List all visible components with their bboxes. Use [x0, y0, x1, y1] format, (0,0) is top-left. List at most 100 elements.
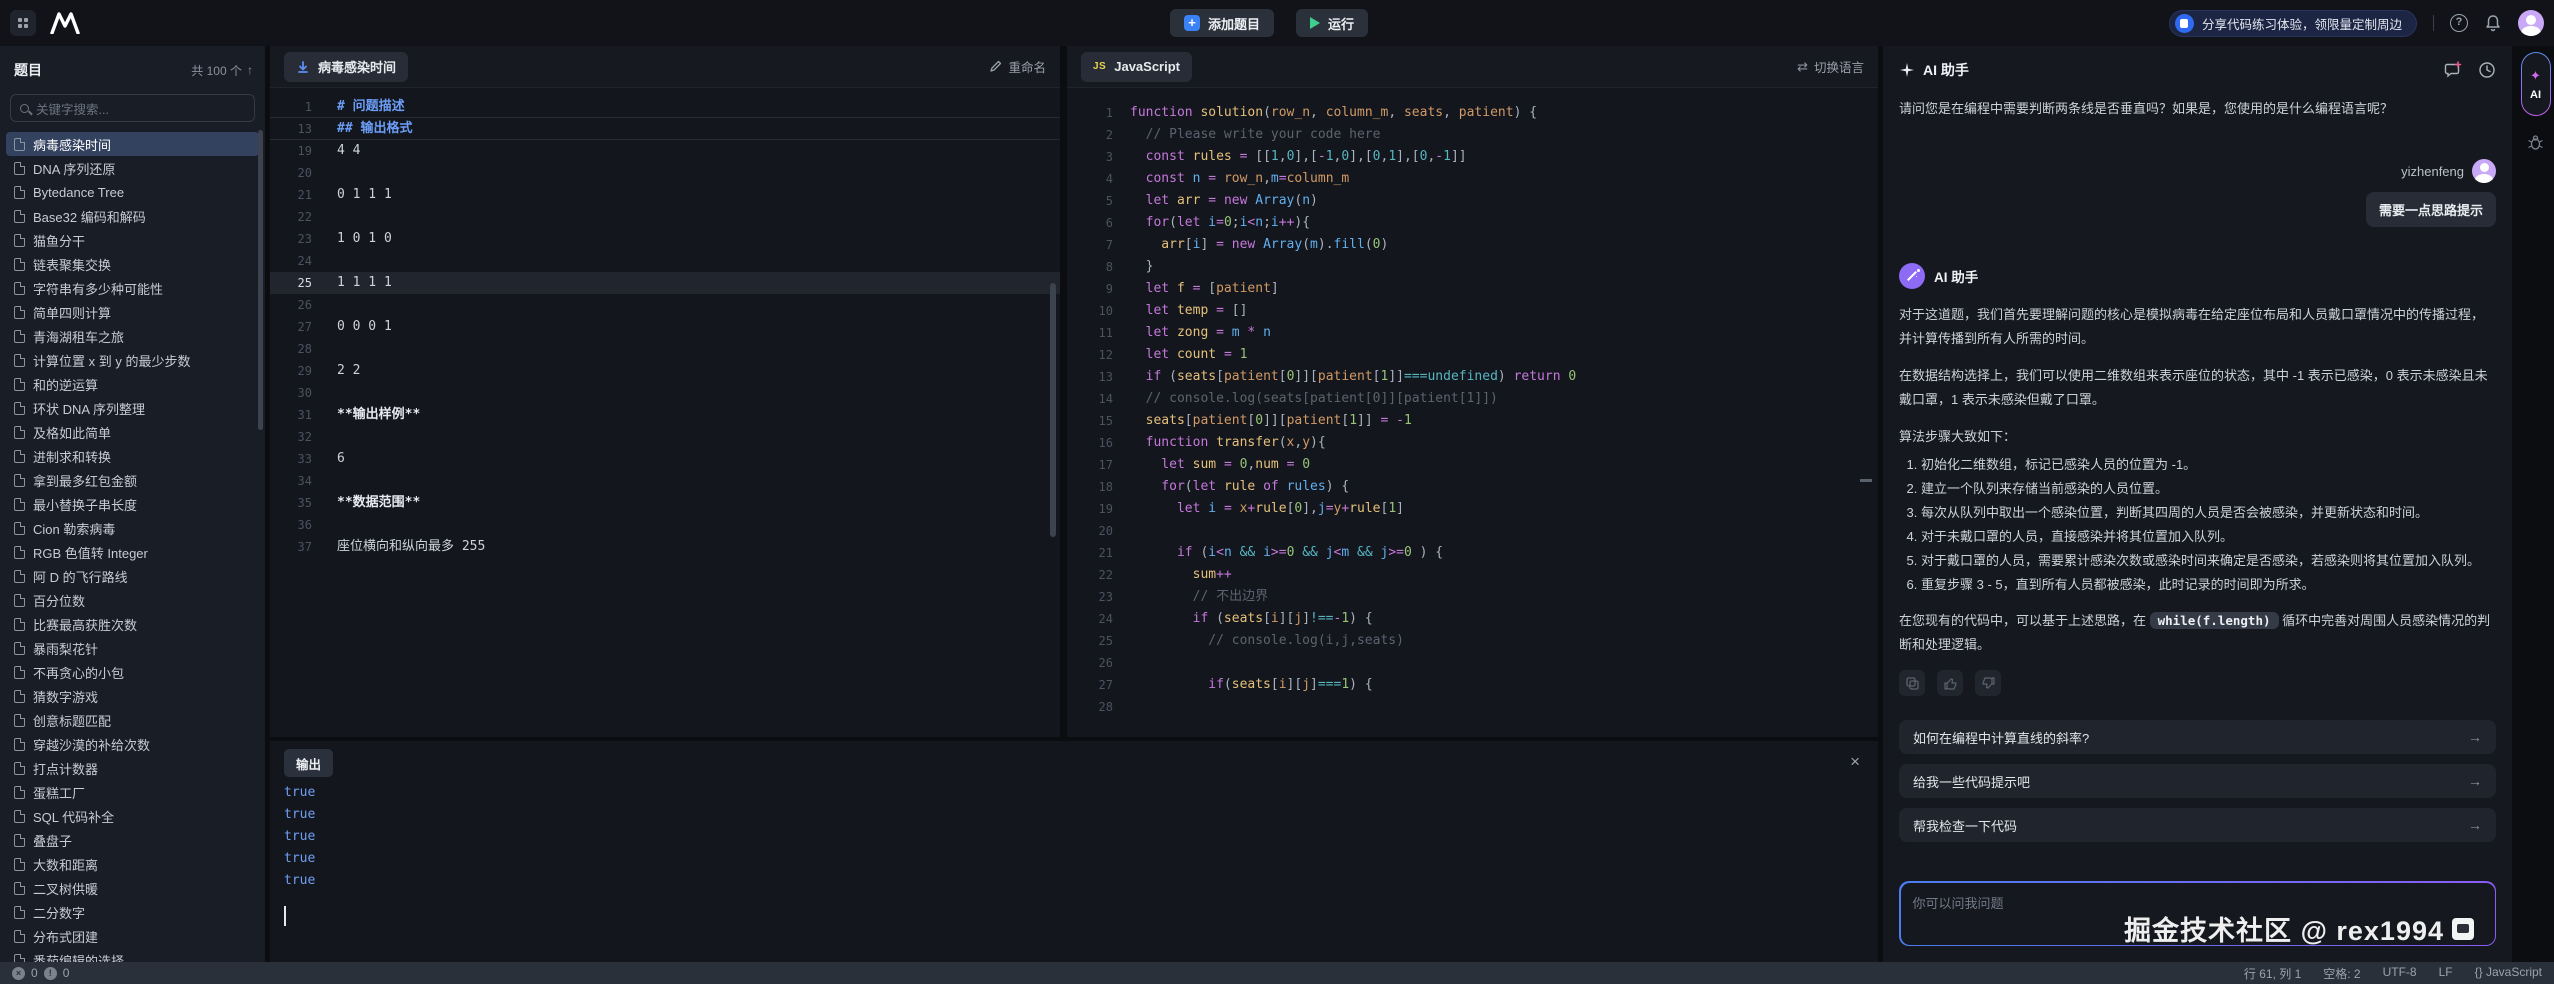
code-line[interactable]: 15 seats[patient[0]][patient[1]] = -1 [1067, 410, 1878, 432]
sidebar-item[interactable]: RGB 色值转 Integer [6, 540, 259, 564]
code-line[interactable]: 21 if (i<n && i>=0 && j<m && j>=0 ) { [1067, 542, 1878, 564]
sidebar-item[interactable]: 不再贪心的小包 [6, 660, 259, 684]
rename-button[interactable]: 重命名 [989, 57, 1046, 76]
sidebar-item[interactable]: 猜数字游戏 [6, 684, 259, 708]
sidebar-item[interactable]: Cion 勒索病毒 [6, 516, 259, 540]
sidebar-item[interactable]: 创意标题匹配 [6, 708, 259, 732]
code-line[interactable]: 8 } [1067, 256, 1878, 278]
code-line[interactable]: 10 let temp = [] [1067, 300, 1878, 322]
output-tab[interactable]: 输出 [284, 749, 333, 777]
ai-input[interactable]: 你可以问我问题 [1901, 883, 2495, 945]
description-line[interactable]: 13## 输出格式 [270, 118, 1060, 140]
code-editor[interactable]: 1function solution(row_n, column_m, seat… [1067, 88, 1878, 737]
sidebar-scrollbar[interactable] [258, 130, 263, 430]
sidebar-item[interactable]: 和的逆运算 [6, 372, 259, 396]
description-line[interactable]: 32 [270, 426, 1060, 448]
new-chat-icon[interactable] [2444, 61, 2462, 79]
code-line[interactable]: 17 let sum = 0,num = 0 [1067, 454, 1878, 476]
sidebar-item[interactable]: SQL 代码补全 [6, 804, 259, 828]
description-line[interactable]: 1# 问题描述 [270, 96, 1060, 118]
help-icon[interactable]: ? [2450, 14, 2468, 32]
add-question-button[interactable]: + 添加题目 [1170, 9, 1274, 37]
sidebar-item[interactable]: 病毒感染时间 [6, 132, 259, 156]
description-line[interactable]: 36 [270, 514, 1060, 536]
description-line[interactable]: 194 4 [270, 140, 1060, 162]
sidebar-item[interactable]: Bytedance Tree [6, 180, 259, 204]
code-line[interactable]: 4 const n = row_n,m=column_m [1067, 168, 1878, 190]
sidebar-item[interactable]: 二叉树供暖 [6, 876, 259, 900]
suggested-question[interactable]: 帮我检查一下代码→ [1899, 808, 2496, 842]
run-button[interactable]: 运行 [1296, 9, 1368, 37]
suggested-question[interactable]: 如何在编程中计算直线的斜率?→ [1899, 720, 2496, 754]
statusbar-item[interactable]: 空格: 2 [2323, 965, 2360, 982]
statusbar-item[interactable]: 行 61, 列 1 [2244, 965, 2301, 982]
description-scrollbar[interactable] [1050, 283, 1056, 537]
code-line[interactable]: 26 [1067, 652, 1878, 674]
sidebar-item[interactable]: 计算位置 x 到 y 的最少步数 [6, 348, 259, 372]
description-line[interactable]: 31**输出样例** [270, 404, 1060, 426]
statusbar-item[interactable]: UTF-8 [2383, 965, 2417, 982]
sidebar-item[interactable]: 分布式团建 [6, 924, 259, 948]
collapse-icon[interactable]: ↑ [247, 63, 253, 77]
sidebar-item[interactable]: 大数和距离 [6, 852, 259, 876]
code-line[interactable]: 14 // console.log(seats[patient[0]][pati… [1067, 388, 1878, 410]
bell-icon[interactable] [2484, 14, 2502, 32]
sidebar-item[interactable]: 简单四则计算 [6, 300, 259, 324]
sidebar-item[interactable]: DNA 序列还原 [6, 156, 259, 180]
code-line[interactable]: 13 if (seats[patient[0]][patient[1]]===u… [1067, 366, 1878, 388]
close-icon[interactable]: × [1850, 753, 1860, 770]
sidebar-item[interactable]: 环状 DNA 序列整理 [6, 396, 259, 420]
sidebar-item[interactable]: 二分数字 [6, 900, 259, 924]
copy-button[interactable] [1899, 670, 1925, 696]
sidebar-item[interactable]: 字符串有多少种可能性 [6, 276, 259, 300]
sidebar-item[interactable]: 拿到最多红包金额 [6, 468, 259, 492]
sidebar-item[interactable]: 暴雨梨花针 [6, 636, 259, 660]
search-input[interactable]: 关键字搜索... [10, 94, 255, 122]
sidebar-item[interactable]: 猫鱼分干 [6, 228, 259, 252]
output-console[interactable]: truetruetruetruetrue [284, 782, 1864, 926]
suggested-question[interactable]: 给我一些代码提示吧→ [1899, 764, 2496, 798]
sidebar-item[interactable]: 青海湖租车之旅 [6, 324, 259, 348]
sidebar-item[interactable]: 进制求和转换 [6, 444, 259, 468]
bug-icon[interactable] [2527, 134, 2544, 151]
description-line[interactable]: 30 [270, 382, 1060, 404]
code-line[interactable]: 27 if(seats[i][j]===1) { [1067, 674, 1878, 696]
code-line[interactable]: 16 function transfer(x,y){ [1067, 432, 1878, 454]
switch-language-button[interactable]: ⇄ 切换语言 [1797, 57, 1864, 76]
code-line[interactable]: 22 sum++ [1067, 564, 1878, 586]
code-line[interactable]: 6 for(let i=0;i<n;i++){ [1067, 212, 1878, 234]
description-line[interactable]: 210 1 1 1 [270, 184, 1060, 206]
sidebar-item[interactable]: 蛋糕工厂 [6, 780, 259, 804]
user-avatar[interactable] [2518, 10, 2544, 36]
code-line[interactable]: 25 // console.log(i,j,seats) [1067, 630, 1878, 652]
code-line[interactable]: 11 let zong = m * n [1067, 322, 1878, 344]
sidebar-item[interactable]: 及格如此简单 [6, 420, 259, 444]
ai-rail-button[interactable]: ✦ AI [2521, 52, 2551, 116]
description-line[interactable]: 35**数据范围** [270, 492, 1060, 514]
description-tab[interactable]: 病毒感染时间 [284, 52, 408, 82]
code-line[interactable]: 5 let arr = new Array(n) [1067, 190, 1878, 212]
description-line[interactable]: 34 [270, 470, 1060, 492]
thumbs-down-button[interactable] [1975, 670, 2001, 696]
code-line[interactable]: 12 let count = 1 [1067, 344, 1878, 366]
statusbar-item[interactable]: LF [2439, 965, 2453, 982]
code-line[interactable]: 9 let f = [patient] [1067, 278, 1878, 300]
code-line[interactable]: 23 // 不出边界 [1067, 586, 1878, 608]
code-line[interactable]: 1function solution(row_n, column_m, seat… [1067, 102, 1878, 124]
code-line[interactable]: 19 let i = x+rule[0],j=y+rule[1] [1067, 498, 1878, 520]
description-line[interactable]: 26 [270, 294, 1060, 316]
language-tab[interactable]: JS JavaScript [1081, 52, 1192, 82]
description-line[interactable]: 20 [270, 162, 1060, 184]
code-line[interactable]: 7 arr[i] = new Array(m).fill(0) [1067, 234, 1878, 256]
sidebar-item[interactable]: 百分位数 [6, 588, 259, 612]
history-icon[interactable] [2478, 61, 2496, 79]
code-line[interactable]: 3 const rules = [[1,0],[-1,0],[0,1],[0,-… [1067, 146, 1878, 168]
code-line[interactable]: 20 [1067, 520, 1878, 542]
sidebar-item[interactable]: 最小替换子串长度 [6, 492, 259, 516]
statusbar-item[interactable]: {} JavaScript [2475, 965, 2542, 982]
sidebar-item[interactable]: 比赛最高获胜次数 [6, 612, 259, 636]
description-line[interactable]: 251 1 1 1 [270, 272, 1060, 294]
sidebar-item[interactable]: 链表聚集交换 [6, 252, 259, 276]
code-line[interactable]: 24 if (seats[i][j]!==-1) { [1067, 608, 1878, 630]
description-line[interactable]: 270 0 0 1 [270, 316, 1060, 338]
